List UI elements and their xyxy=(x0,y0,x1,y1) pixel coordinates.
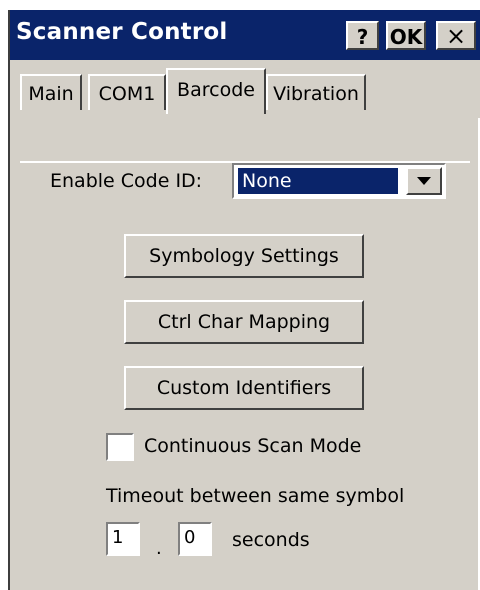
title-bar: Scanner Control ? OK × xyxy=(10,10,480,60)
continuous-scan-label[interactable]: Continuous Scan Mode xyxy=(144,435,361,457)
help-button[interactable]: ? xyxy=(346,21,379,50)
enable-code-id-label: Enable Code ID: xyxy=(50,170,203,192)
symbology-settings-button[interactable]: Symbology Settings xyxy=(124,234,364,278)
seconds-label: seconds xyxy=(232,529,310,551)
tab-main[interactable]: Main xyxy=(20,74,82,110)
ctrl-char-mapping-button[interactable]: Ctrl Char Mapping xyxy=(124,300,364,344)
continuous-scan-checkbox[interactable] xyxy=(106,433,134,461)
enable-code-id-value[interactable]: None xyxy=(238,168,398,194)
tab-barcode[interactable]: Barcode xyxy=(166,68,266,114)
scanner-control-window: Scanner Control ? OK × Main COM1 Vibrati… xyxy=(8,10,480,590)
enable-code-id-select[interactable]: None xyxy=(232,163,446,199)
chevron-down-icon xyxy=(417,177,431,185)
timeout-fraction-input[interactable]: 0 xyxy=(178,522,212,556)
timeout-separator: . xyxy=(156,538,162,559)
ok-button[interactable]: OK xyxy=(386,21,426,50)
tab-strip: Main COM1 Vibration Barcode xyxy=(10,60,480,163)
timeout-label: Timeout between same symbol xyxy=(106,485,405,507)
close-button[interactable]: × xyxy=(436,21,476,50)
tab-com1[interactable]: COM1 xyxy=(88,74,166,110)
dropdown-button[interactable] xyxy=(406,167,442,195)
timeout-whole-input[interactable]: 1 xyxy=(106,522,140,556)
window-title: Scanner Control xyxy=(16,19,228,45)
custom-identifiers-button[interactable]: Custom Identifiers xyxy=(124,366,364,410)
tab-vibration[interactable]: Vibration xyxy=(266,74,366,110)
